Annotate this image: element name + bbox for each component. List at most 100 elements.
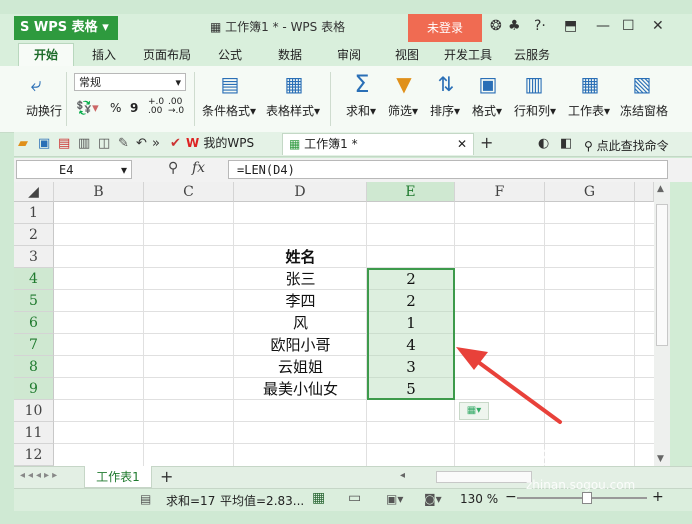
sum-icon[interactable]: Σ <box>350 70 374 98</box>
login-button[interactable]: 未登录 <box>408 14 482 42</box>
row-header[interactable]: 12 <box>14 444 54 466</box>
tab-home[interactable]: 开始 <box>18 43 74 67</box>
row-header[interactable]: 6 <box>14 312 54 334</box>
number-format-select[interactable]: 常规 ▾ <box>74 73 186 91</box>
comma-button[interactable]: 9 <box>130 101 138 115</box>
row-header[interactable]: 8 <box>14 356 54 378</box>
worksheet-icon[interactable]: ▦ <box>578 72 602 96</box>
row-header[interactable]: 5 <box>14 290 54 312</box>
table-style-button[interactable]: 表格样式▾ <box>266 102 320 119</box>
column-header-e[interactable]: E <box>367 182 455 202</box>
row-header[interactable]: 2 <box>14 224 54 246</box>
conditional-format-icon[interactable]: ▤ <box>218 72 242 96</box>
select-all-corner[interactable]: ◢ <box>14 182 54 202</box>
cloud-doc-icon[interactable]: ◐ <box>538 136 549 151</box>
wrap-text-button[interactable]: 动换行 <box>26 102 62 119</box>
vertical-scroll-thumb[interactable] <box>656 204 668 346</box>
help-icon[interactable]: ?· <box>534 18 546 34</box>
column-header-d[interactable]: D <box>234 182 367 202</box>
column-header-g[interactable]: G <box>545 182 635 202</box>
open-folder-icon[interactable]: ▰ <box>18 136 28 151</box>
more-icon[interactable]: » <box>152 136 160 151</box>
cell-e8[interactable]: 3 <box>367 356 455 378</box>
rows-cols-icon[interactable]: ▥ <box>522 72 546 96</box>
scroll-up-icon[interactable]: ▲ <box>657 184 664 194</box>
row-header[interactable]: 11 <box>14 422 54 444</box>
cell-e9[interactable]: 5 <box>367 378 455 400</box>
share-icon[interactable]: ◧ <box>560 136 572 151</box>
scroll-left-icon[interactable]: ◂ <box>400 470 405 481</box>
restore-up-icon[interactable]: ⬒ <box>564 18 577 34</box>
row-header[interactable]: 4 <box>14 268 54 290</box>
column-header-f[interactable]: F <box>455 182 545 202</box>
export-pdf-icon[interactable]: ▤ <box>58 136 70 151</box>
tab-view[interactable]: 视图 <box>395 46 419 63</box>
worksheet-button[interactable]: 工作表▾ <box>568 102 610 119</box>
filter-icon[interactable]: ▼ <box>392 72 416 96</box>
cell-d8[interactable]: 云姐姐 <box>234 356 367 378</box>
row-header[interactable]: 9 <box>14 378 54 400</box>
tab-cloud[interactable]: 云服务 <box>514 46 550 63</box>
format-button[interactable]: 格式▾ <box>472 102 502 119</box>
cell-d3[interactable]: 姓名 <box>234 246 367 268</box>
tab-page-layout[interactable]: 页面布局 <box>143 46 191 63</box>
row-header[interactable]: 7 <box>14 334 54 356</box>
cell-d7[interactable]: 欧阳小哥 <box>234 334 367 356</box>
cell-e6[interactable]: 1 <box>367 312 455 334</box>
auto-fill-options-icon[interactable]: ▦▾ <box>459 402 489 420</box>
minimize-icon[interactable]: — <box>596 18 610 34</box>
insert-function-button[interactable]: fx <box>192 160 205 176</box>
new-tab-icon[interactable]: + <box>480 133 493 152</box>
cell-e4[interactable]: 2 <box>367 268 455 290</box>
tab-review[interactable]: 审阅 <box>337 46 361 63</box>
zoom-in-icon[interactable]: + <box>652 489 664 505</box>
maximize-icon[interactable]: ☐ <box>622 18 635 34</box>
format-painter-icon[interactable]: ✎ <box>118 136 129 151</box>
save-icon[interactable]: ▣ <box>38 136 50 151</box>
pin-icon[interactable]: ✔ <box>170 136 181 151</box>
zoom-slider-thumb[interactable] <box>582 492 592 504</box>
shirt-icon[interactable]: ♣ <box>508 18 521 34</box>
decrease-decimal-button[interactable]: .00 →.0 <box>168 98 188 116</box>
freeze-panes-icon[interactable]: ▧ <box>630 72 654 96</box>
increase-decimal-button[interactable]: +.0 .00 <box>148 98 168 116</box>
zoom-formula-icon[interactable]: ⚲ <box>168 160 178 176</box>
doc-tab-workbook[interactable]: ▦ 工作簿1 * ✕ <box>282 133 474 155</box>
sort-icon[interactable]: ⇅ <box>434 72 458 96</box>
zoom-out-icon[interactable]: − <box>505 489 517 505</box>
sheet-nav-icon[interactable]: ◂◂◂▸▸ <box>20 470 60 481</box>
tab-insert[interactable]: 插入 <box>92 46 116 63</box>
row-header[interactable]: 10 <box>14 400 54 422</box>
sort-button[interactable]: 排序▾ <box>430 102 460 119</box>
print-preview-icon[interactable]: ◫ <box>98 136 110 151</box>
name-box[interactable]: E4 ▾ <box>16 160 132 179</box>
formula-input[interactable]: =LEN(D4) <box>228 160 668 179</box>
zoom-level[interactable]: 130 % <box>460 492 498 506</box>
row-header[interactable]: 3 <box>14 246 54 268</box>
cell-d9[interactable]: 最美小仙女 <box>234 378 367 400</box>
row-header[interactable]: 1 <box>14 202 54 224</box>
command-search[interactable]: ⚲ 点此查找命令 <box>584 137 669 154</box>
doc-tab-my-wps[interactable]: W 我的WPS <box>186 134 254 151</box>
column-header-b[interactable]: B <box>54 182 144 202</box>
cell-d4[interactable]: 张三 <box>234 268 367 290</box>
print-icon[interactable]: ▥ <box>78 136 90 151</box>
cell-d5[interactable]: 李四 <box>234 290 367 312</box>
horizontal-scroll-thumb[interactable] <box>436 471 532 483</box>
reading-mode-icon[interactable]: ◙▾ <box>424 492 442 506</box>
format-icon[interactable]: ▣ <box>476 72 500 96</box>
tab-developer[interactable]: 开发工具 <box>444 46 492 63</box>
freeze-panes-button[interactable]: 冻结窗格 <box>620 102 668 119</box>
close-icon[interactable]: ✕ <box>652 18 664 34</box>
spreadsheet-grid[interactable]: ◢ B C D E F G 1 2 3 4 5 6 7 8 9 10 11 12… <box>14 182 654 466</box>
page-break-view-icon[interactable]: ▣▾ <box>386 492 403 506</box>
cell-e7[interactable]: 4 <box>367 334 455 356</box>
column-header-c[interactable]: C <box>144 182 234 202</box>
page-layout-view-icon[interactable]: ▭ <box>348 490 361 506</box>
wrap-text-icon[interactable]: ⤶ <box>24 72 48 96</box>
sheet-tab-1[interactable]: 工作表1 <box>84 466 152 488</box>
close-tab-icon[interactable]: ✕ <box>457 134 467 155</box>
normal-view-icon[interactable]: ▦ <box>312 490 325 506</box>
tab-data[interactable]: 数据 <box>278 46 302 63</box>
scroll-down-icon[interactable]: ▼ <box>657 454 664 464</box>
